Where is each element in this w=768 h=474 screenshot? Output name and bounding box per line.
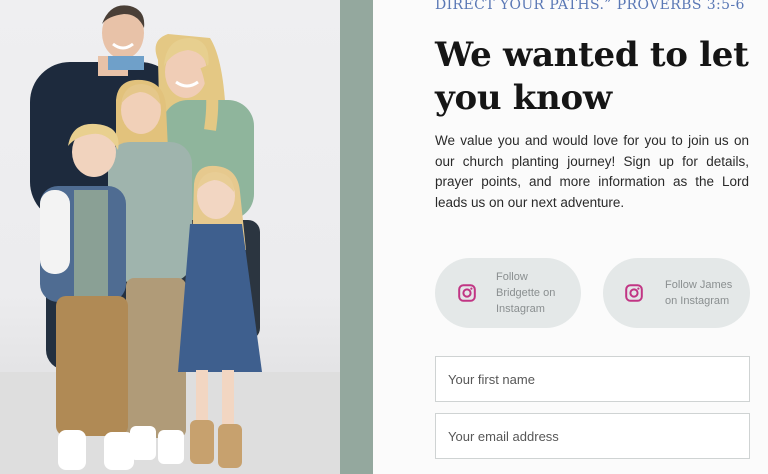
instagram-icon: [458, 284, 476, 302]
follow-james-label: Follow James on Instagram: [665, 279, 733, 307]
email-input[interactable]: [435, 413, 750, 459]
intro-paragraph: We value you and would love for you to j…: [435, 133, 749, 210]
sage-divider-strip: [340, 0, 373, 474]
scripture-quote-tail: DIRECT YOUR PATHS.” PROVERBS 3:5-6: [435, 0, 745, 13]
family-photo: [0, 0, 340, 474]
first-name-input[interactable]: [435, 356, 750, 402]
follow-james-instagram-button[interactable]: Follow James on Instagram: [603, 258, 750, 328]
page-heading: We wanted to let you know: [435, 35, 749, 118]
family-photo-illustration: [0, 5, 340, 474]
follow-bridgette-instagram-button[interactable]: Follow Bridgette on Instagram: [435, 258, 581, 328]
follow-bridgette-label: Follow Bridgette on Instagram: [496, 271, 556, 315]
instagram-icon: [625, 284, 643, 302]
signup-panel: DIRECT YOUR PATHS.” PROVERBS 3:5-6 We wa…: [373, 0, 768, 474]
